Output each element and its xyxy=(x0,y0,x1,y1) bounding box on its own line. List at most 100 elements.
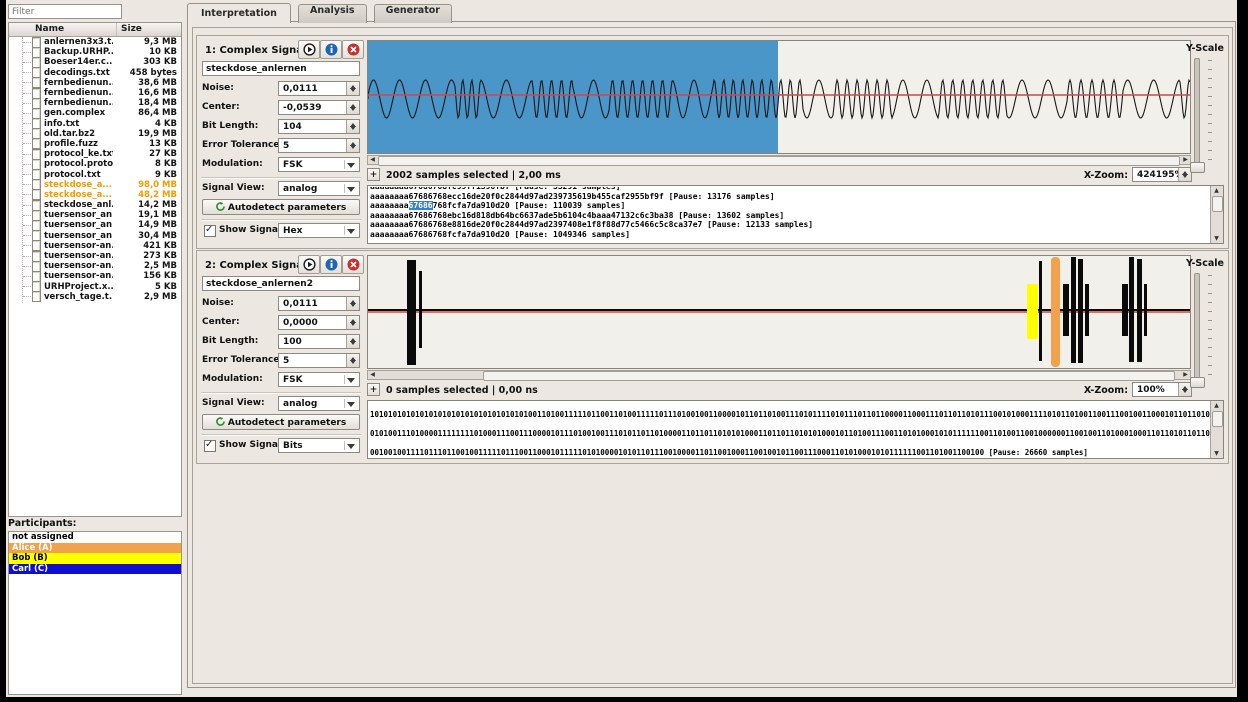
column-header-size[interactable]: Size xyxy=(117,23,181,36)
modulation-select[interactable]: FSK xyxy=(278,372,360,387)
autodetect-button[interactable]: Autodetect parameters xyxy=(202,414,360,430)
scrollbar-thumb[interactable] xyxy=(1212,196,1223,212)
signal-info-button[interactable] xyxy=(320,255,342,274)
play-signal-button[interactable] xyxy=(298,40,320,59)
scroll-up-icon[interactable]: ▲ xyxy=(1211,186,1222,195)
file-row[interactable]: steckdose_a... 48,2 MB xyxy=(9,189,181,201)
y-scale-handle[interactable] xyxy=(1190,377,1205,388)
param-spinbox[interactable]: 104 xyxy=(278,119,360,134)
column-header-name[interactable]: Name xyxy=(9,23,117,36)
file-row[interactable]: anlernen3x3.t... 9,3 MB xyxy=(9,36,181,48)
scroll-right-icon[interactable]: ▶ xyxy=(1181,371,1190,379)
protocol-message[interactable]: aaaaaaaa67686768e8816de20f0c2844d97ad239… xyxy=(370,220,1210,230)
show-signal-checkbox[interactable] xyxy=(204,224,216,237)
scrollbar-thumb[interactable] xyxy=(483,371,1175,381)
signal-view-select[interactable]: analog xyxy=(278,396,360,411)
file-row[interactable]: steckdose_anl... 14,2 MB xyxy=(9,199,181,211)
file-row[interactable]: fernbedienun... 38,6 MB xyxy=(9,77,181,89)
param-spinbox[interactable]: -0,0539 xyxy=(278,100,360,115)
protocol-message[interactable]: aaaaaaaa67686768fcfa7da910d20 [Pause: 10… xyxy=(370,230,1210,240)
scroll-left-icon[interactable]: ◀ xyxy=(368,371,377,379)
spin-arrows-icon[interactable] xyxy=(346,297,359,310)
signal-name-input[interactable] xyxy=(202,61,360,76)
param-spinbox[interactable]: 0,0000 xyxy=(278,315,360,330)
scrollbar-thumb[interactable] xyxy=(1212,411,1223,427)
modulation-select[interactable]: FSK xyxy=(278,157,360,172)
x-zoom-spinbox[interactable]: 100% xyxy=(1132,382,1192,397)
signal-view-select[interactable]: analog xyxy=(278,181,360,196)
filter-input[interactable] xyxy=(8,4,122,19)
spin-arrows-icon[interactable] xyxy=(346,335,359,348)
protocol-bits[interactable]: 0010010011110111011001001111101110011000… xyxy=(370,448,1088,457)
signal-name-input[interactable] xyxy=(202,276,360,291)
participant-row[interactable]: Bob (B) xyxy=(9,553,181,564)
protocol-message[interactable]: aaaaaaaa67686768ecc16de20f0c2844d97ad239… xyxy=(370,192,1210,202)
participant-row[interactable]: Carl (C) xyxy=(9,563,181,574)
file-row[interactable]: Backup.URHP... 10 KB xyxy=(9,46,181,58)
waveform-hscrollbar[interactable]: ◀ ▶ xyxy=(367,155,1191,166)
tab-analysis[interactable]: Analysis xyxy=(298,4,367,23)
spin-arrows-icon[interactable] xyxy=(346,354,359,367)
close-signal-button[interactable] xyxy=(342,40,364,59)
bits-text-area[interactable]: 1010101010101010101010101010101010100110… xyxy=(367,400,1224,459)
file-row[interactable]: tuersensor-an... 273 KB xyxy=(9,250,181,262)
scrollbar-thumb[interactable] xyxy=(378,156,1180,166)
spin-arrows-icon[interactable] xyxy=(346,101,359,114)
file-row[interactable]: tuersensor-an... 2,5 MB xyxy=(9,260,181,272)
file-row[interactable]: URHProject.x... 5 KB xyxy=(9,281,181,293)
protocol-message[interactable]: aaaaaaaa67686768ebc16d818db64bc6637ade5b… xyxy=(370,211,1210,221)
tab-interpretation[interactable]: Interpretation xyxy=(187,3,291,23)
file-row[interactable]: tuersensor_an... 14,9 MB xyxy=(9,219,181,231)
file-row[interactable]: gen.complex 86,4 MB xyxy=(9,107,181,119)
scroll-down-icon[interactable]: ▼ xyxy=(1211,234,1222,243)
param-spinbox[interactable]: 5 xyxy=(278,138,360,153)
x-zoom-spinbox[interactable]: 424195% xyxy=(1132,167,1192,182)
scroll-down-icon[interactable]: ▼ xyxy=(1211,449,1222,458)
scroll-left-icon[interactable]: ◀ xyxy=(368,156,377,164)
param-spinbox[interactable]: 0,0111 xyxy=(278,81,360,96)
participant-row[interactable]: not assigned xyxy=(9,532,181,543)
close-signal-button[interactable] xyxy=(342,255,364,274)
file-row[interactable]: old.tar.bz2 19,9 MB xyxy=(9,128,181,140)
participant-row[interactable]: Alice (A) xyxy=(9,542,181,553)
y-scale-slider[interactable] xyxy=(1194,273,1200,385)
file-table-header[interactable]: Name Size xyxy=(9,23,181,37)
signal-graphics-view[interactable] xyxy=(367,255,1191,369)
signal-graphics-view[interactable] xyxy=(367,40,1191,154)
tab-generator[interactable]: Generator xyxy=(373,4,452,23)
y-scale-slider[interactable] xyxy=(1194,58,1200,170)
show-signal-checkbox[interactable] xyxy=(204,439,216,452)
waveform-hscrollbar[interactable]: ◀ ▶ xyxy=(367,370,1191,381)
file-row[interactable]: fernbedienun... 16,6 MB xyxy=(9,87,181,99)
show-signal-select[interactable]: Bits xyxy=(278,438,360,453)
file-row[interactable]: tuersensor_an... 30,4 MB xyxy=(9,230,181,242)
scroll-up-icon[interactable]: ▲ xyxy=(1211,401,1222,410)
protocol-bits[interactable]: 1010101010101010101010101010101010100110… xyxy=(370,410,1210,419)
file-row[interactable]: steckdose_a... 98,0 MB xyxy=(9,179,181,191)
param-spinbox[interactable]: 100 xyxy=(278,334,360,349)
scroll-right-icon[interactable]: ▶ xyxy=(1181,156,1190,164)
spin-arrows-icon[interactable] xyxy=(346,82,359,95)
show-signal-select[interactable]: Hex xyxy=(278,223,360,238)
signal-info-button[interactable] xyxy=(320,40,342,59)
expand-button[interactable]: + xyxy=(367,383,380,396)
message-text-area[interactable]: aaaaaaaa67686768fc99ff1396fbf [Pause: 33… xyxy=(367,185,1224,244)
file-row[interactable]: protocol_ke.txt 27 KB xyxy=(9,148,181,160)
message-vscrollbar[interactable]: ▲ ▼ xyxy=(1210,186,1223,243)
autodetect-button[interactable]: Autodetect parameters xyxy=(202,199,360,215)
file-row[interactable]: info.txt 4 KB xyxy=(9,118,181,130)
file-row[interactable]: protocol.txt 9 KB xyxy=(9,169,181,181)
spin-arrows-icon[interactable] xyxy=(346,120,359,133)
file-row[interactable]: profile.fuzz 13 KB xyxy=(9,138,181,150)
file-row[interactable]: tuersensor-an... 421 KB xyxy=(9,240,181,252)
file-row[interactable]: Boeser14er.c... 303 KB xyxy=(9,56,181,68)
protocol-message[interactable]: aaaaaaaa67686768fcfa7da910d20 [Pause: 11… xyxy=(370,201,1210,211)
file-row[interactable]: protocol.proto 8 KB xyxy=(9,158,181,170)
expand-button[interactable]: + xyxy=(367,168,380,181)
param-spinbox[interactable]: 5 xyxy=(278,353,360,368)
spin-arrows-icon[interactable] xyxy=(346,316,359,329)
spin-arrows-icon[interactable] xyxy=(346,139,359,152)
file-row[interactable]: tuersensor-an... 156 KB xyxy=(9,270,181,282)
param-spinbox[interactable]: 0,0111 xyxy=(278,296,360,311)
play-signal-button[interactable] xyxy=(298,255,320,274)
